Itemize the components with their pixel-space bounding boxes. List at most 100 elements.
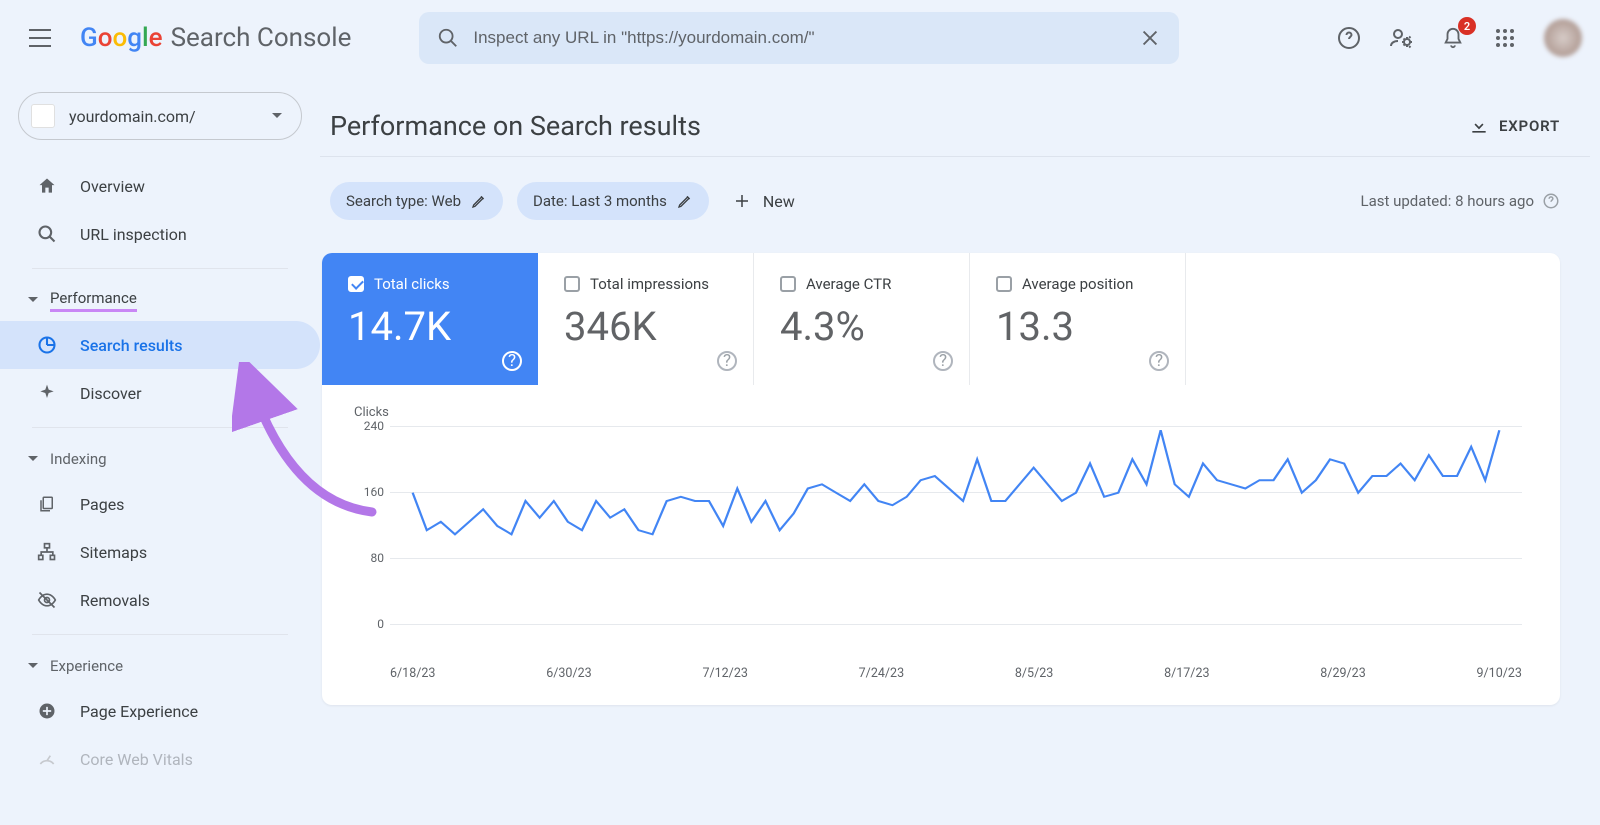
new-label: New bbox=[763, 192, 795, 211]
plus-icon bbox=[733, 192, 751, 210]
sidebar-label: Overview bbox=[80, 177, 145, 196]
filter-chip-search-type[interactable]: Search type: Web bbox=[330, 182, 503, 220]
checkbox-icon bbox=[348, 276, 364, 292]
sidebar-item-removals[interactable]: Removals bbox=[0, 576, 320, 624]
download-icon bbox=[1469, 116, 1489, 136]
sidebar-item-search-results[interactable]: Search results bbox=[0, 321, 320, 369]
sidebar-item-page-experience[interactable]: Page Experience bbox=[0, 687, 320, 735]
metric-tabs: Total clicks 14.7K ? Total impressions 3… bbox=[322, 253, 1560, 385]
sidebar-item-pages[interactable]: Pages bbox=[0, 480, 320, 528]
y-tick: 0 bbox=[350, 617, 384, 631]
user-gear-icon bbox=[1389, 26, 1413, 50]
sidebar-item-sitemaps[interactable]: Sitemaps bbox=[0, 528, 320, 576]
help-icon[interactable]: ? bbox=[933, 351, 953, 371]
sidebar-section-indexing[interactable]: Indexing bbox=[0, 438, 320, 480]
divider bbox=[32, 427, 288, 428]
y-tick: 160 bbox=[350, 485, 384, 499]
pencil-icon bbox=[471, 193, 487, 209]
metric-label: Total clicks bbox=[374, 275, 450, 293]
last-updated-text: Last updated: 8 hours ago bbox=[1360, 192, 1534, 210]
export-button[interactable]: EXPORT bbox=[1469, 116, 1560, 136]
metric-total-impressions[interactable]: Total impressions 346K ? bbox=[538, 253, 754, 385]
sidebar-label: Sitemaps bbox=[80, 543, 147, 562]
last-updated: Last updated: 8 hours ago bbox=[1360, 192, 1560, 210]
sidebar-item-core-web-vitals[interactable]: Core Web Vitals bbox=[0, 735, 320, 783]
notification-badge: 2 bbox=[1458, 17, 1476, 35]
line-chart[interactable]: 240 160 80 0 bbox=[350, 426, 1532, 656]
divider bbox=[32, 268, 288, 269]
sidebar-section-performance[interactable]: Performance bbox=[0, 279, 320, 321]
apps-button[interactable] bbox=[1492, 25, 1518, 51]
metric-average-ctr[interactable]: Average CTR 4.3% ? bbox=[754, 253, 970, 385]
app-name: Search Console bbox=[171, 23, 352, 53]
sidebar-section-label: Performance bbox=[50, 289, 137, 312]
x-tick: 7/24/23 bbox=[859, 666, 904, 681]
sidebar-label: URL inspection bbox=[80, 225, 187, 244]
help-icon[interactable]: ? bbox=[502, 351, 522, 371]
home-icon bbox=[36, 176, 58, 196]
sitemap-icon bbox=[36, 542, 58, 562]
app-logo[interactable]: Google Search Console bbox=[80, 23, 351, 53]
sidebar-item-discover[interactable]: Discover bbox=[0, 369, 320, 417]
metric-value: 13.3 bbox=[996, 303, 1165, 350]
x-tick: 9/10/23 bbox=[1477, 666, 1522, 681]
x-tick: 7/12/23 bbox=[702, 666, 747, 681]
clear-search-icon[interactable] bbox=[1139, 27, 1161, 49]
sidebar-label: Discover bbox=[80, 384, 142, 403]
chip-label: Search type: Web bbox=[346, 192, 461, 210]
notifications-button[interactable]: 2 bbox=[1440, 25, 1466, 51]
pencil-icon bbox=[677, 193, 693, 209]
chevron-down-icon bbox=[28, 296, 38, 304]
url-search-box[interactable] bbox=[419, 12, 1179, 64]
chevron-down-icon bbox=[271, 112, 283, 120]
help-button[interactable] bbox=[1336, 25, 1362, 51]
circle-plus-icon bbox=[36, 701, 58, 721]
help-icon[interactable] bbox=[1542, 192, 1560, 210]
sidebar: yourdomain.com/ Overview URL inspection … bbox=[0, 76, 320, 783]
x-tick: 8/29/23 bbox=[1320, 666, 1365, 681]
sidebar-label: Core Web Vitals bbox=[80, 750, 193, 769]
header-icons: 2 bbox=[1336, 19, 1582, 57]
account-avatar[interactable] bbox=[1544, 19, 1582, 57]
metric-average-position[interactable]: Average position 13.3 ? bbox=[970, 253, 1186, 385]
sidebar-label: Removals bbox=[80, 591, 150, 610]
chevron-down-icon bbox=[28, 662, 38, 670]
eye-off-icon bbox=[36, 590, 58, 610]
chevron-down-icon bbox=[28, 455, 38, 463]
property-favicon bbox=[31, 104, 55, 128]
metric-label: Average CTR bbox=[806, 275, 891, 293]
sidebar-label: Search results bbox=[80, 336, 182, 355]
search-input[interactable] bbox=[473, 28, 1139, 48]
sidebar-item-url-inspection[interactable]: URL inspection bbox=[0, 210, 320, 258]
metric-label: Total impressions bbox=[590, 275, 709, 293]
help-icon[interactable]: ? bbox=[717, 351, 737, 371]
user-settings-button[interactable] bbox=[1388, 25, 1414, 51]
metric-value: 346K bbox=[564, 303, 733, 350]
export-label: EXPORT bbox=[1499, 117, 1560, 135]
x-tick: 8/5/23 bbox=[1015, 666, 1053, 681]
chart-y-label: Clicks bbox=[354, 405, 1532, 420]
discover-icon bbox=[36, 383, 58, 403]
filter-chip-date[interactable]: Date: Last 3 months bbox=[517, 182, 709, 220]
checkbox-icon bbox=[996, 276, 1012, 292]
x-tick: 6/18/23 bbox=[390, 666, 435, 681]
main-content: Performance on Search results EXPORT Sea… bbox=[320, 76, 1600, 783]
x-tick: 6/30/23 bbox=[546, 666, 591, 681]
google-g-icon bbox=[36, 335, 58, 355]
metric-total-clicks[interactable]: Total clicks 14.7K ? bbox=[322, 253, 538, 385]
property-selector[interactable]: yourdomain.com/ bbox=[18, 92, 302, 140]
checkbox-icon bbox=[564, 276, 580, 292]
hamburger-menu-button[interactable] bbox=[18, 16, 62, 60]
sidebar-item-overview[interactable]: Overview bbox=[0, 162, 320, 210]
y-tick: 80 bbox=[350, 551, 384, 565]
pages-icon bbox=[36, 494, 58, 514]
search-icon bbox=[36, 224, 58, 244]
chart-area: Clicks 240 160 80 0 6/18/23 6/30/23 7/12… bbox=[322, 385, 1560, 705]
help-icon[interactable]: ? bbox=[1149, 351, 1169, 371]
google-logo: Google bbox=[80, 23, 163, 53]
new-filter-button[interactable]: New bbox=[723, 192, 795, 211]
sidebar-section-experience[interactable]: Experience bbox=[0, 645, 320, 687]
performance-card: Total clicks 14.7K ? Total impressions 3… bbox=[322, 253, 1560, 705]
chip-label: Date: Last 3 months bbox=[533, 192, 667, 210]
speed-icon bbox=[36, 749, 58, 769]
